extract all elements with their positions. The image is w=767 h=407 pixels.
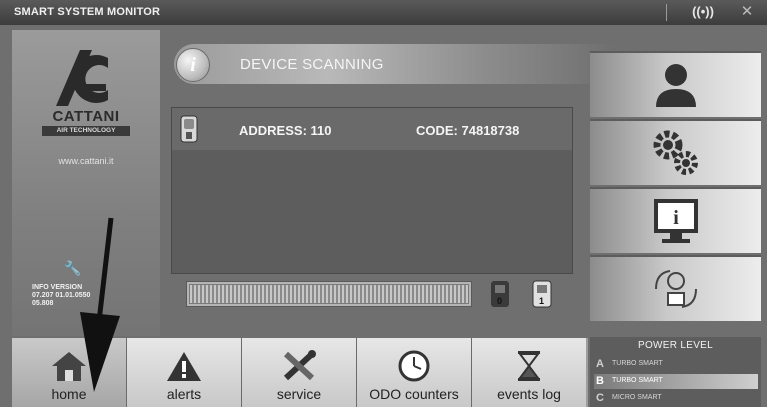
annotation-arrow-icon: [80, 217, 120, 392]
smart-system-monitor-window: SMART SYSTEM MONITOR ((•)) ✕ CATTANI AIR…: [0, 0, 767, 407]
